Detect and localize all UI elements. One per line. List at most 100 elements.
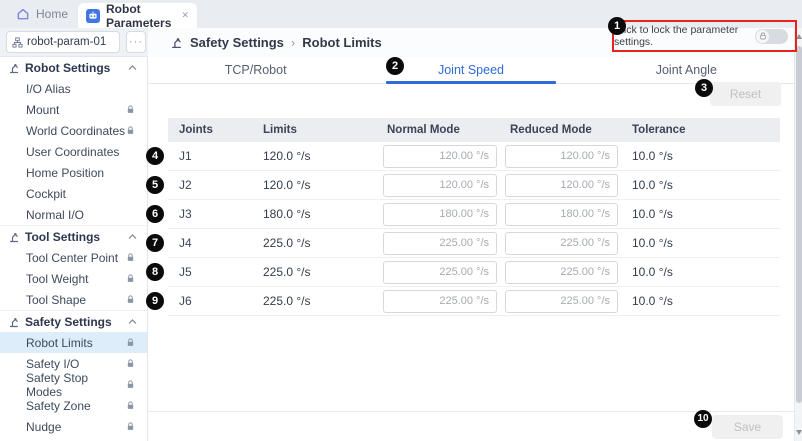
close-icon[interactable]: ✕: [181, 10, 189, 21]
sidebar-item-label: User Coordinates: [26, 145, 119, 159]
sidebar-item-label: Safety Zone: [26, 399, 91, 413]
sidebar-item-label: Robot Limits: [26, 336, 93, 350]
scrollbar-thumb[interactable]: [796, 46, 802, 403]
vertical-scrollbar[interactable]: [794, 28, 802, 441]
column-header-normal-mode: Normal Mode: [375, 124, 503, 136]
tab-label: Joint Speed: [438, 63, 504, 77]
tolerance-value: 10.0 °/s: [625, 265, 780, 279]
limits-tab-bar: TCP/Robot Joint Speed Joint Angle: [148, 57, 794, 84]
reduced-mode-input[interactable]: [505, 174, 618, 197]
tab-tcp-robot[interactable]: TCP/Robot: [148, 57, 363, 83]
joint-speed-table: Joints Limits Normal Mode Reduced Mode T…: [168, 118, 780, 316]
group-label: Safety Settings: [25, 315, 112, 329]
tab-label: TCP/Robot: [225, 63, 287, 77]
sidebar-item-label: Tool Center Point: [26, 251, 118, 265]
column-header-tolerance: Tolerance: [625, 124, 780, 136]
sidebar-item-label: I/O Alias: [26, 82, 71, 96]
sidebar-item-home-position[interactable]: Home Position: [0, 162, 147, 183]
param-file-name: robot-param-01: [27, 36, 106, 48]
chevron-up-icon[interactable]: [128, 319, 137, 325]
chevron-up-icon[interactable]: [128, 65, 137, 71]
normal-mode-input[interactable]: [383, 145, 497, 168]
lock-icon: [126, 126, 135, 135]
tab-joint-angle[interactable]: Joint Angle: [579, 57, 794, 83]
sidebar-item-robot-limits[interactable]: Robot Limits: [0, 332, 147, 353]
sidebar-item-tool-center-point[interactable]: Tool Center Point: [0, 247, 147, 268]
lock-icon: [126, 274, 135, 283]
sidebar-item-world-coordinates[interactable]: World Coordinates: [0, 120, 147, 141]
lock-settings-toggle[interactable]: [755, 29, 788, 44]
column-header-joints: Joints: [168, 124, 250, 136]
joint-label: J3: [168, 207, 250, 221]
sidebar-item-label: Safety I/O: [26, 357, 79, 371]
group-header-tool-settings[interactable]: Tool Settings: [0, 226, 147, 247]
tolerance-value: 10.0 °/s: [625, 149, 780, 163]
tab-home[interactable]: Home ✕: [16, 0, 86, 28]
breadcrumb-section[interactable]: Safety Settings: [190, 35, 284, 50]
home-icon: [16, 7, 30, 21]
annotation-badge-1: 1: [608, 17, 626, 35]
sidebar-item-mount[interactable]: Mount: [0, 99, 147, 120]
normal-mode-input[interactable]: [383, 232, 497, 255]
limit-value: 225.0 °/s: [250, 265, 375, 279]
normal-mode-input[interactable]: [383, 261, 497, 284]
limit-value: 120.0 °/s: [250, 178, 375, 192]
tab-robot-parameters-label: Robot Parameters: [106, 2, 171, 30]
reset-button[interactable]: Reset: [710, 82, 781, 106]
robot-app-icon: [86, 9, 100, 23]
limit-value: 120.0 °/s: [250, 149, 375, 163]
settings-sidebar: Robot Settings I/O Alias Mount World Coo…: [0, 57, 148, 441]
joint-label: J5: [168, 265, 250, 279]
group-robot-settings: Robot Settings I/O Alias Mount World Coo…: [0, 57, 147, 225]
sidebar-item-tool-shape[interactable]: Tool Shape: [0, 289, 147, 310]
annotation-badge-5: 5: [146, 176, 164, 194]
chevron-up-icon[interactable]: [128, 234, 137, 240]
group-header-safety-settings[interactable]: Safety Settings: [0, 311, 147, 332]
sidebar-item-label: Home Position: [26, 166, 104, 180]
reduced-mode-input[interactable]: [505, 145, 618, 168]
save-button[interactable]: Save: [712, 415, 783, 439]
sidebar-item-label: World Coordinates: [26, 124, 125, 138]
more-options-button[interactable]: ···: [126, 31, 146, 53]
tab-home-label: Home: [36, 7, 68, 21]
annotation-badge-3: 3: [695, 79, 713, 97]
reduced-mode-input[interactable]: [505, 290, 618, 313]
annotation-badge-8: 8: [146, 263, 164, 281]
annotation-badge-2: 2: [386, 57, 404, 75]
joint-label: J2: [168, 178, 250, 192]
sidebar-item-label: Tool Shape: [26, 293, 86, 307]
sidebar-item-user-coordinates[interactable]: User Coordinates: [0, 141, 147, 162]
active-tab-underline: [386, 81, 556, 84]
group-header-robot-settings[interactable]: Robot Settings: [0, 57, 147, 78]
reduced-mode-input[interactable]: [505, 232, 618, 255]
unlock-icon: [759, 32, 767, 40]
sidebar-item-normal-io[interactable]: Normal I/O: [0, 204, 147, 225]
normal-mode-input[interactable]: [383, 203, 497, 226]
group-label: Robot Settings: [25, 61, 110, 75]
table-row: J3 180.0 °/s 10.0 °/s: [168, 200, 780, 229]
normal-mode-input[interactable]: [383, 174, 497, 197]
joint-label: J1: [168, 149, 250, 163]
robot-parameters-window: Home ✕ Robot Parameters ✕ robot-param-01…: [0, 0, 802, 441]
sidebar-item-tool-weight[interactable]: Tool Weight: [0, 268, 147, 289]
sidebar-item-label: Nudge: [26, 420, 61, 434]
scroll-down-icon[interactable]: [796, 430, 802, 435]
robot-limits-panel: TCP/Robot Joint Speed Joint Angle Reset …: [148, 57, 794, 441]
annotation-badge-7: 7: [146, 234, 164, 252]
robot-arm-icon: [170, 36, 183, 49]
sidebar-item-label: Tool Weight: [26, 272, 88, 286]
table-header-row: Joints Limits Normal Mode Reduced Mode T…: [168, 118, 780, 142]
annotation-badge-9: 9: [146, 292, 164, 310]
lock-icon: [126, 422, 135, 431]
normal-mode-input[interactable]: [383, 290, 497, 313]
robot-arm-icon: [8, 62, 20, 74]
sidebar-item-nudge[interactable]: Nudge: [0, 416, 147, 437]
reduced-mode-input[interactable]: [505, 261, 618, 284]
sidebar-item-safety-stop-modes[interactable]: Safety Stop Modes: [0, 374, 147, 395]
breadcrumb-separator: ›: [291, 35, 295, 50]
param-file-selector[interactable]: robot-param-01: [6, 31, 120, 53]
sidebar-item-io-alias[interactable]: I/O Alias: [0, 78, 147, 99]
tab-robot-parameters[interactable]: Robot Parameters ✕: [78, 3, 197, 28]
sidebar-item-cockpit[interactable]: Cockpit: [0, 183, 147, 204]
reduced-mode-input[interactable]: [505, 203, 618, 226]
